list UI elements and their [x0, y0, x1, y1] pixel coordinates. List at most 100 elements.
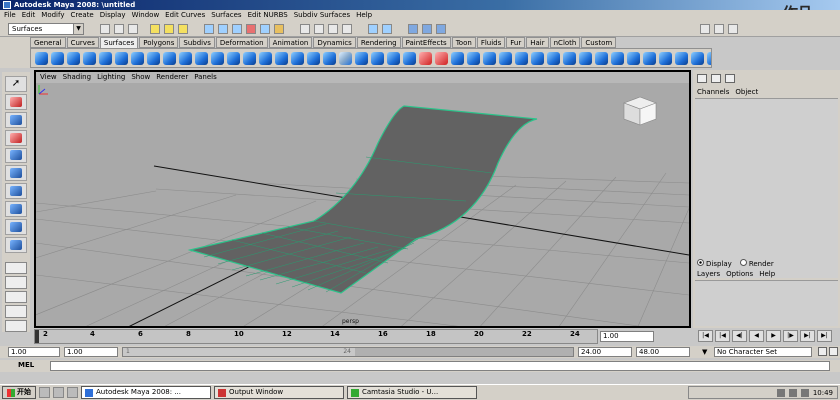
shelf-tab-fur[interactable]: Fur — [506, 37, 526, 48]
command-language-label[interactable]: MEL — [18, 361, 34, 369]
shelf-tab-subdivs[interactable]: Subdivs — [179, 37, 215, 48]
layout-single-pane-button[interactable] — [5, 261, 27, 275]
nurbs-cone-icon[interactable] — [83, 51, 96, 65]
trim-tool-icon[interactable] — [371, 51, 384, 65]
surface-editing-icon[interactable] — [707, 51, 711, 65]
new-scene-icon[interactable] — [100, 24, 110, 34]
offset-icon[interactable] — [579, 51, 592, 65]
select-object-icon[interactable] — [164, 24, 174, 34]
go-to-start-button[interactable]: |◀ — [698, 330, 713, 342]
lasso-tool-button[interactable] — [5, 93, 27, 110]
panel-menu-lighting[interactable]: Lighting — [97, 72, 125, 83]
save-scene-icon[interactable] — [128, 24, 138, 34]
menu-edit-nurbs[interactable]: Edit NURBS — [248, 10, 288, 21]
menu-create[interactable]: Create — [70, 10, 93, 21]
quick-launch-browser-icon[interactable] — [53, 387, 64, 398]
go-to-end-button[interactable]: ▶| — [817, 330, 832, 342]
render-radio[interactable]: Render — [739, 259, 774, 268]
nurbs-plane-icon[interactable] — [99, 51, 112, 65]
mask-icon[interactable] — [204, 24, 214, 34]
show-attribute-editor-icon[interactable] — [700, 24, 710, 34]
menu-window[interactable]: Window — [132, 10, 160, 21]
render-settings-icon[interactable] — [436, 24, 446, 34]
select-component-icon[interactable] — [178, 24, 188, 34]
attach-surfaces-icon[interactable] — [467, 51, 480, 65]
square-surface-icon[interactable] — [291, 51, 304, 65]
planar-icon[interactable] — [195, 51, 208, 65]
intersect-icon[interactable] — [339, 51, 352, 65]
layer-help-menu[interactable]: Help — [759, 270, 775, 278]
select-tool-button[interactable]: ➚ — [5, 76, 27, 92]
range-slider[interactable]: 1 24 — [122, 347, 574, 357]
surface-fillet-icon[interactable] — [627, 51, 640, 65]
step-forward-key-button[interactable]: ▶| — [800, 330, 815, 342]
project-curve-icon[interactable] — [355, 51, 368, 65]
panel-menu-shading[interactable]: Shading — [63, 72, 91, 83]
quick-launch-media-icon[interactable] — [67, 387, 78, 398]
panel-menu-panels[interactable]: Panels — [194, 72, 217, 83]
snap-point-icon[interactable] — [328, 24, 338, 34]
taskbar-item-output-window[interactable]: Output Window — [214, 386, 344, 399]
extrude-icon[interactable] — [211, 51, 224, 65]
shelf-tab-custom[interactable]: Custom — [581, 37, 617, 48]
layer-editor-icon[interactable] — [711, 74, 721, 83]
revolve-icon[interactable] — [163, 51, 176, 65]
command-input[interactable] — [50, 361, 830, 371]
taskbar-item-camtasia[interactable]: Camtasia Studio - U... — [347, 386, 477, 399]
menu-edit[interactable]: Edit — [22, 10, 36, 21]
object-menu[interactable]: Object — [735, 88, 758, 96]
step-back-frame-button[interactable]: ◀| — [732, 330, 747, 342]
history-icon[interactable] — [368, 24, 378, 34]
open-close-icon[interactable] — [515, 51, 528, 65]
ipr-render-icon[interactable] — [422, 24, 432, 34]
nurbs-cube-icon[interactable] — [51, 51, 64, 65]
history-icon[interactable] — [382, 24, 392, 34]
channel-box-icon[interactable] — [697, 74, 707, 83]
playback-end-field[interactable]: 24.00 — [578, 347, 632, 357]
bevel-plus-icon[interactable] — [323, 51, 336, 65]
display-radio[interactable]: Display — [697, 259, 732, 268]
panel-menu-renderer[interactable]: Renderer — [156, 72, 188, 83]
last-tool-button[interactable] — [5, 236, 27, 253]
nurbs-torus-icon[interactable] — [115, 51, 128, 65]
boolean-intersect-icon[interactable] — [451, 51, 464, 65]
time-slider[interactable]: 2 4 6 8 10 12 14 16 18 20 22 24 — [34, 329, 598, 344]
round-tool-icon[interactable] — [611, 51, 624, 65]
nurbs-sphere-icon[interactable] — [35, 51, 48, 65]
detach-surfaces-icon[interactable] — [483, 51, 496, 65]
panel-menu-view[interactable]: View — [40, 72, 57, 83]
step-back-key-button[interactable]: |◀ — [715, 330, 730, 342]
nurbs-circle-icon[interactable] — [131, 51, 144, 65]
birail-icon[interactable] — [259, 51, 272, 65]
panel-menu-show[interactable]: Show — [131, 72, 150, 83]
perspective-viewport[interactable]: View Shading Lighting Show Renderer Pane… — [34, 70, 691, 328]
insert-isoparm-icon[interactable] — [547, 51, 560, 65]
boundary-icon[interactable] — [275, 51, 288, 65]
align-surfaces-icon[interactable] — [499, 51, 512, 65]
shelf-tab-deformation[interactable]: Deformation — [215, 37, 268, 48]
layout-persp-graph-button[interactable] — [5, 319, 27, 332]
stitch-icon[interactable] — [643, 51, 656, 65]
character-set-select[interactable]: No Character Set — [714, 347, 812, 357]
options-menu[interactable]: Options — [726, 270, 753, 278]
menu-display[interactable]: Display — [100, 10, 126, 21]
nurbs-cylinder-icon[interactable] — [67, 51, 80, 65]
quick-launch-desktop-icon[interactable] — [39, 387, 50, 398]
current-time-marker[interactable] — [35, 330, 39, 343]
shelf-tab-polygons[interactable]: Polygons — [139, 37, 179, 48]
attribute-editor-icon[interactable] — [725, 74, 735, 83]
tray-recorder-icon[interactable] — [800, 388, 809, 397]
layout-four-pane-button[interactable] — [5, 276, 27, 289]
nurbs-surface[interactable] — [187, 105, 538, 294]
move-seam-icon[interactable] — [531, 51, 544, 65]
clock[interactable]: 10:49 — [813, 389, 833, 397]
step-forward-frame-button[interactable]: |▶ — [783, 330, 798, 342]
mask-icon[interactable] — [260, 24, 270, 34]
menu-set-select[interactable]: Surfaces ▼ — [8, 23, 84, 35]
shelf-tab-rendering[interactable]: Rendering — [356, 37, 401, 48]
shelf-tab-surfaces[interactable]: Surfaces — [99, 37, 139, 48]
sculpt-icon[interactable] — [659, 51, 672, 65]
soft-mod-tool-button[interactable] — [5, 201, 27, 217]
character-set-arrow-icon[interactable]: ▼ — [702, 348, 707, 356]
menu-help[interactable]: Help — [356, 10, 372, 21]
